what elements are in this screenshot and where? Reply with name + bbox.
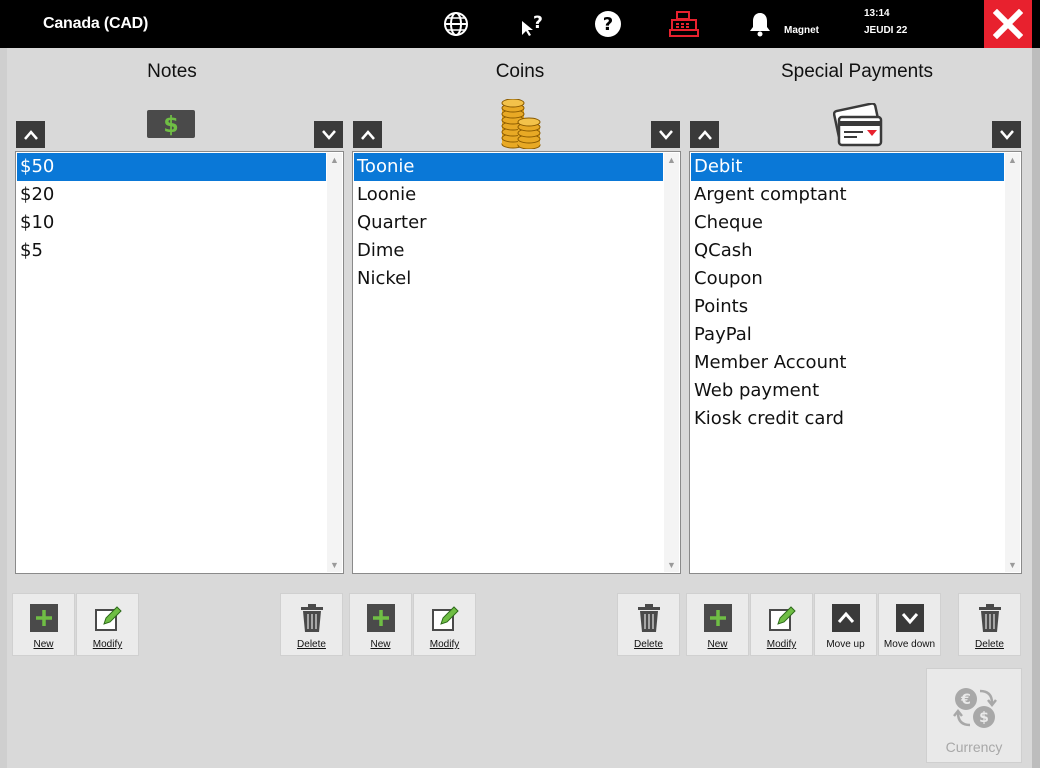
- currency-label: Currency: [945, 739, 1003, 755]
- cash-register-icon[interactable]: [668, 8, 700, 40]
- svg-text:$: $: [163, 113, 178, 138]
- edit-icon: [94, 604, 122, 632]
- delete-label: Delete: [975, 639, 1004, 650]
- chevron-down-icon: [896, 604, 924, 632]
- modify-label: Modify: [766, 639, 797, 650]
- modify-label: Modify: [92, 639, 123, 650]
- cursor-help-icon[interactable]: ?: [516, 8, 548, 40]
- list-item[interactable]: Argent comptant: [691, 181, 1004, 209]
- chevron-up-icon: [697, 129, 712, 140]
- coins-scrollbar[interactable]: ▲ ▼: [664, 153, 679, 572]
- coins-icon: [500, 98, 542, 154]
- notes-modify-button[interactable]: Modify: [76, 593, 139, 656]
- list-item[interactable]: Cheque: [691, 209, 1004, 237]
- move-down-label: Move down: [883, 639, 936, 650]
- plus-icon: [367, 604, 395, 632]
- bell-icon[interactable]: [744, 8, 776, 40]
- trash-icon: [635, 604, 663, 632]
- special-scrollbar[interactable]: ▲ ▼: [1005, 153, 1020, 572]
- new-label: New: [370, 639, 391, 650]
- delete-label: Delete: [297, 639, 326, 650]
- notes-list[interactable]: $50 $20 $10 $5 ▲ ▼: [15, 151, 344, 574]
- special-move-down-button[interactable]: Move down: [878, 593, 941, 656]
- coins-new-button[interactable]: New: [349, 593, 412, 656]
- list-item[interactable]: Coupon: [691, 265, 1004, 293]
- payment-card-icon: [832, 102, 885, 152]
- notes-title: Notes: [147, 61, 197, 82]
- right-edge: [1032, 48, 1040, 768]
- left-edge: [0, 48, 7, 768]
- list-item[interactable]: Points: [691, 293, 1004, 321]
- svg-text:$: $: [979, 710, 989, 726]
- trash-icon: [976, 604, 1004, 632]
- new-label: New: [707, 639, 728, 650]
- list-item[interactable]: Quarter: [354, 209, 663, 237]
- special-scroll-down-button[interactable]: [992, 121, 1021, 148]
- special-delete-button[interactable]: Delete: [958, 593, 1021, 656]
- delete-label: Delete: [634, 639, 663, 650]
- chevron-up-icon: [832, 604, 860, 632]
- clock-time: 13:14: [864, 8, 890, 19]
- list-item[interactable]: QCash: [691, 237, 1004, 265]
- special-scroll-up-button[interactable]: [690, 121, 719, 148]
- notes-scroll-up-button[interactable]: [16, 121, 45, 148]
- list-item[interactable]: $5: [17, 237, 326, 265]
- list-item[interactable]: $20: [17, 181, 326, 209]
- list-item[interactable]: Debit: [691, 153, 1004, 181]
- edit-icon: [768, 604, 796, 632]
- move-up-label: Move up: [826, 639, 865, 650]
- notes-delete-button[interactable]: Delete: [280, 593, 343, 656]
- special-payments-title: Special Payments: [780, 61, 934, 82]
- coins-modify-button[interactable]: Modify: [413, 593, 476, 656]
- svg-text:?: ?: [603, 14, 613, 35]
- coins-delete-button[interactable]: Delete: [617, 593, 680, 656]
- user-name: Magnet: [784, 25, 819, 36]
- special-new-button[interactable]: New: [686, 593, 749, 656]
- chevron-up-icon: [360, 129, 375, 140]
- list-item[interactable]: $10: [17, 209, 326, 237]
- chevron-down-icon: [999, 129, 1014, 140]
- list-item[interactable]: Kiosk credit card: [691, 405, 1004, 433]
- modify-label: Modify: [429, 639, 460, 650]
- chevron-up-icon: [23, 129, 38, 140]
- chevron-down-icon: [321, 129, 336, 140]
- clock-day: JEUDI 22: [864, 25, 908, 36]
- notes-new-button[interactable]: New: [12, 593, 75, 656]
- plus-icon: [704, 604, 732, 632]
- help-icon[interactable]: ?: [592, 8, 624, 40]
- special-payments-list[interactable]: Debit Argent comptant Cheque QCash Coupon Poi…: [689, 151, 1022, 574]
- list-item[interactable]: Toonie: [354, 153, 663, 181]
- coins-list[interactable]: Toonie Loonie Quarter Dime Nickel ▲ ▼: [352, 151, 681, 574]
- notes-scrollbar[interactable]: ▲ ▼: [327, 153, 342, 572]
- special-move-up-button[interactable]: Move up: [814, 593, 877, 656]
- chevron-down-icon: [658, 129, 673, 140]
- trash-icon: [298, 604, 326, 632]
- globe-icon[interactable]: [440, 8, 472, 40]
- svg-text:?: ?: [533, 13, 543, 33]
- special-modify-button[interactable]: Modify: [750, 593, 813, 656]
- list-item[interactable]: Nickel: [354, 265, 663, 293]
- svg-text:€: €: [960, 692, 971, 708]
- coins-scroll-up-button[interactable]: [353, 121, 382, 148]
- page-title: Canada (CAD): [43, 15, 149, 32]
- list-item[interactable]: Loonie: [354, 181, 663, 209]
- close-button[interactable]: [984, 0, 1032, 48]
- list-item[interactable]: Web payment: [691, 377, 1004, 405]
- currency-button[interactable]: € $ Currency: [926, 668, 1022, 763]
- top-bar: Canada (CAD) ? ? Magnet 13:14 JEUDI 22: [0, 0, 1040, 48]
- notes-scroll-down-button[interactable]: [314, 121, 343, 148]
- list-item[interactable]: Dime: [354, 237, 663, 265]
- new-label: New: [33, 639, 54, 650]
- list-item[interactable]: PayPal: [691, 321, 1004, 349]
- coins-scroll-down-button[interactable]: [651, 121, 680, 148]
- coins-title: Coins: [495, 61, 545, 82]
- edit-icon: [431, 604, 459, 632]
- currency-exchange-icon: € $: [952, 685, 998, 736]
- close-icon: [993, 9, 1023, 39]
- list-item[interactable]: $50: [17, 153, 326, 181]
- plus-icon: [30, 604, 58, 632]
- list-item[interactable]: Member Account: [691, 349, 1004, 377]
- banknote-icon: $: [147, 110, 195, 143]
